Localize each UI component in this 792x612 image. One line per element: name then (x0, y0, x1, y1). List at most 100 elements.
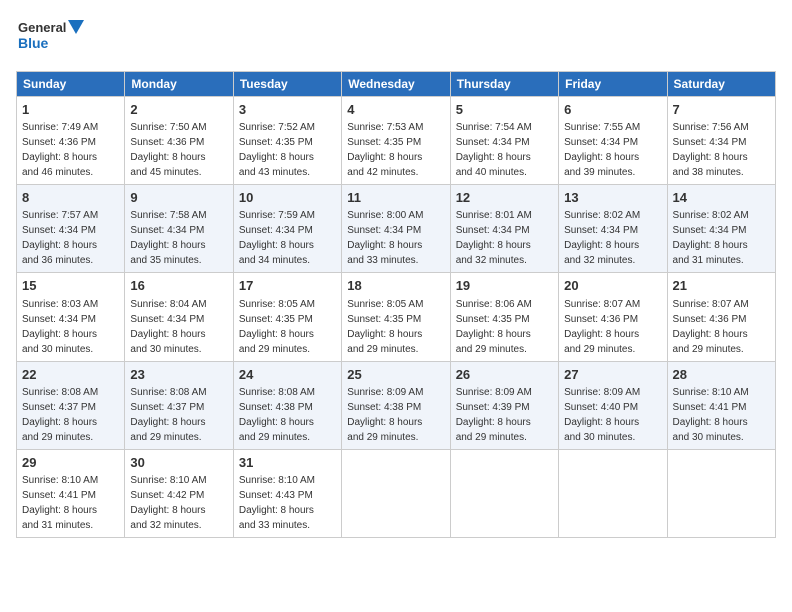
weekday-sunday: Sunday (17, 72, 125, 97)
day-number: 20 (564, 277, 661, 295)
calendar-cell: 27Sunrise: 8:09 AM Sunset: 4:40 PM Dayli… (559, 361, 667, 449)
calendar-cell: 11 Sunrise: 8:00 AM Sunset: 4:34 PM Dayli… (342, 185, 450, 273)
day-info: Sunrise: 8:10 AM Sunset: 4:43 PM Dayligh… (239, 475, 315, 531)
day-info: Sunrise: 8:06 AM Sunset: 4:35 PM Dayligh… (456, 299, 532, 355)
day-number: 7 (673, 101, 770, 119)
day-number: 25 (347, 366, 444, 384)
day-info: Sunrise: 8:05 AM Sunset: 4:35 PM Dayligh… (347, 299, 423, 355)
day-number: 1 (22, 101, 119, 119)
day-info: Sunrise: 8:07 AM Sunset: 4:36 PM Dayligh… (564, 299, 640, 355)
svg-text:General: General (18, 20, 66, 35)
calendar-week-2: 8 Sunrise: 7:57 AM Sunset: 4:34 PM Daylig… (17, 185, 776, 273)
weekday-thursday: Thursday (450, 72, 558, 97)
weekday-monday: Monday (125, 72, 233, 97)
day-number: 26 (456, 366, 553, 384)
svg-text:Blue: Blue (18, 35, 49, 51)
calendar-cell: 24 Sunrise: 8:08 AM Sunset: 4:38 PM Dayli… (233, 361, 341, 449)
day-number: 9 (130, 189, 227, 207)
calendar-cell: 23Sunrise: 8:08 AM Sunset: 4:37 PM Dayli… (125, 361, 233, 449)
calendar-cell: 26 Sunrise: 8:09 AM Sunset: 4:39 PM Dayli… (450, 361, 558, 449)
calendar-cell: 28Sunrise: 8:10 AM Sunset: 4:41 PM Dayli… (667, 361, 775, 449)
day-number: 24 (239, 366, 336, 384)
calendar-week-3: 15 Sunrise: 8:03 AM Sunset: 4:34 PM Dayli… (17, 273, 776, 361)
day-info: Sunrise: 7:54 AM Sunset: 4:34 PM Dayligh… (456, 122, 532, 178)
calendar-cell: 10 Sunrise: 7:59 AM Sunset: 4:34 PM Dayli… (233, 185, 341, 273)
day-number: 31 (239, 454, 336, 472)
day-info: Sunrise: 8:09 AM Sunset: 4:38 PM Dayligh… (347, 387, 423, 443)
day-number: 21 (673, 277, 770, 295)
day-info: Sunrise: 8:02 AM Sunset: 4:34 PM Dayligh… (564, 210, 640, 266)
day-info: Sunrise: 8:10 AM Sunset: 4:41 PM Dayligh… (22, 475, 98, 531)
day-info: Sunrise: 8:01 AM Sunset: 4:34 PM Dayligh… (456, 210, 532, 266)
day-number: 8 (22, 189, 119, 207)
day-info: Sunrise: 7:56 AM Sunset: 4:34 PM Dayligh… (673, 122, 749, 178)
day-info: Sunrise: 7:57 AM Sunset: 4:34 PM Dayligh… (22, 210, 98, 266)
calendar-cell: 7 Sunrise: 7:56 AM Sunset: 4:34 PM Daylig… (667, 97, 775, 185)
calendar-week-5: 29 Sunrise: 8:10 AM Sunset: 4:41 PM Dayli… (17, 449, 776, 537)
calendar-cell: 1 Sunrise: 7:49 AM Sunset: 4:36 PM Daylig… (17, 97, 125, 185)
day-info: Sunrise: 7:53 AM Sunset: 4:35 PM Dayligh… (347, 122, 423, 178)
weekday-saturday: Saturday (667, 72, 775, 97)
day-number: 29 (22, 454, 119, 472)
calendar-body: 1 Sunrise: 7:49 AM Sunset: 4:36 PM Daylig… (17, 97, 776, 538)
calendar-week-1: 1 Sunrise: 7:49 AM Sunset: 4:36 PM Daylig… (17, 97, 776, 185)
calendar-cell: 13Sunrise: 8:02 AM Sunset: 4:34 PM Dayli… (559, 185, 667, 273)
calendar-cell: 8 Sunrise: 7:57 AM Sunset: 4:34 PM Daylig… (17, 185, 125, 273)
day-info: Sunrise: 8:00 AM Sunset: 4:34 PM Dayligh… (347, 210, 423, 266)
calendar-cell: 19Sunrise: 8:06 AM Sunset: 4:35 PM Dayli… (450, 273, 558, 361)
day-number: 12 (456, 189, 553, 207)
day-number: 30 (130, 454, 227, 472)
day-info: Sunrise: 8:08 AM Sunset: 4:37 PM Dayligh… (22, 387, 98, 443)
day-number: 16 (130, 277, 227, 295)
day-info: Sunrise: 7:59 AM Sunset: 4:34 PM Dayligh… (239, 210, 315, 266)
calendar-week-4: 22 Sunrise: 8:08 AM Sunset: 4:37 PM Dayli… (17, 361, 776, 449)
day-info: Sunrise: 7:49 AM Sunset: 4:36 PM Dayligh… (22, 122, 98, 178)
page-header: General Blue (16, 16, 776, 61)
calendar-cell: 22 Sunrise: 8:08 AM Sunset: 4:37 PM Dayli… (17, 361, 125, 449)
calendar-cell: 2Sunrise: 7:50 AM Sunset: 4:36 PM Daylig… (125, 97, 233, 185)
weekday-tuesday: Tuesday (233, 72, 341, 97)
day-number: 10 (239, 189, 336, 207)
day-info: Sunrise: 8:07 AM Sunset: 4:36 PM Dayligh… (673, 299, 749, 355)
calendar-cell: 6 Sunrise: 7:55 AM Sunset: 4:34 PM Daylig… (559, 97, 667, 185)
calendar-cell: 12 Sunrise: 8:01 AM Sunset: 4:34 PM Dayli… (450, 185, 558, 273)
calendar-cell: 4Sunrise: 7:53 AM Sunset: 4:35 PM Daylig… (342, 97, 450, 185)
calendar-cell: 17Sunrise: 8:05 AM Sunset: 4:35 PM Dayli… (233, 273, 341, 361)
day-info: Sunrise: 8:08 AM Sunset: 4:37 PM Dayligh… (130, 387, 206, 443)
calendar-cell: 15 Sunrise: 8:03 AM Sunset: 4:34 PM Dayli… (17, 273, 125, 361)
day-number: 6 (564, 101, 661, 119)
logo: General Blue (16, 16, 86, 61)
weekday-friday: Friday (559, 72, 667, 97)
calendar-cell: 18 Sunrise: 8:05 AM Sunset: 4:35 PM Dayli… (342, 273, 450, 361)
day-number: 18 (347, 277, 444, 295)
weekday-wednesday: Wednesday (342, 72, 450, 97)
day-number: 3 (239, 101, 336, 119)
calendar-table: SundayMondayTuesdayWednesdayThursdayFrid… (16, 71, 776, 538)
calendar-cell: 21 Sunrise: 8:07 AM Sunset: 4:36 PM Dayli… (667, 273, 775, 361)
day-info: Sunrise: 8:03 AM Sunset: 4:34 PM Dayligh… (22, 299, 98, 355)
calendar-cell: 25 Sunrise: 8:09 AM Sunset: 4:38 PM Dayli… (342, 361, 450, 449)
day-info: Sunrise: 8:08 AM Sunset: 4:38 PM Dayligh… (239, 387, 315, 443)
weekday-header-row: SundayMondayTuesdayWednesdayThursdayFrid… (17, 72, 776, 97)
day-number: 11 (347, 189, 444, 207)
day-number: 2 (130, 101, 227, 119)
calendar-cell: 31 Sunrise: 8:10 AM Sunset: 4:43 PM Dayli… (233, 449, 341, 537)
day-info: Sunrise: 8:09 AM Sunset: 4:39 PM Dayligh… (456, 387, 532, 443)
calendar-cell: 16 Sunrise: 8:04 AM Sunset: 4:34 PM Dayli… (125, 273, 233, 361)
day-info: Sunrise: 8:04 AM Sunset: 4:34 PM Dayligh… (130, 299, 206, 355)
day-number: 14 (673, 189, 770, 207)
calendar-cell (667, 449, 775, 537)
day-number: 22 (22, 366, 119, 384)
day-number: 15 (22, 277, 119, 295)
day-number: 27 (564, 366, 661, 384)
day-info: Sunrise: 7:55 AM Sunset: 4:34 PM Dayligh… (564, 122, 640, 178)
day-info: Sunrise: 7:58 AM Sunset: 4:34 PM Dayligh… (130, 210, 206, 266)
calendar-cell: 9 Sunrise: 7:58 AM Sunset: 4:34 PM Daylig… (125, 185, 233, 273)
day-number: 28 (673, 366, 770, 384)
logo-svg: General Blue (16, 16, 86, 61)
calendar-cell (342, 449, 450, 537)
calendar-cell: 3 Sunrise: 7:52 AM Sunset: 4:35 PM Daylig… (233, 97, 341, 185)
day-info: Sunrise: 7:52 AM Sunset: 4:35 PM Dayligh… (239, 122, 315, 178)
calendar-cell: 14Sunrise: 8:02 AM Sunset: 4:34 PM Dayli… (667, 185, 775, 273)
day-info: Sunrise: 8:10 AM Sunset: 4:42 PM Dayligh… (130, 475, 206, 531)
